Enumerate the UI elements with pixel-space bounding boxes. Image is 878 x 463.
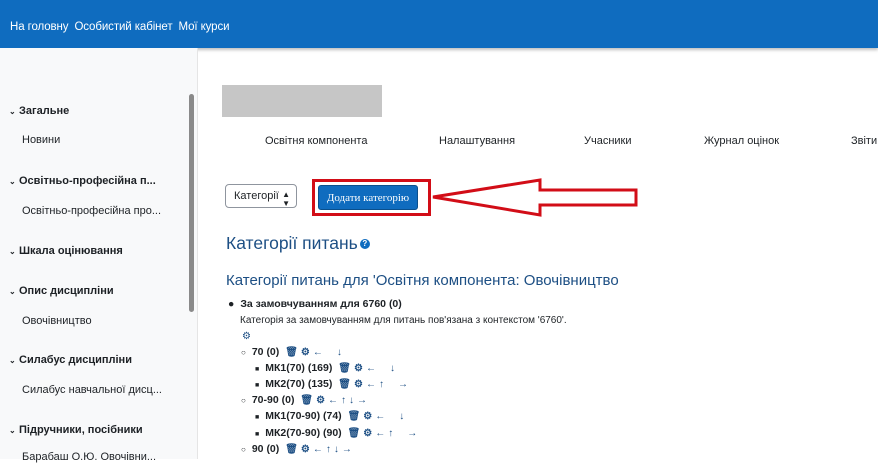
drawer-item-textbook[interactable]: Барабаш О.Ю. Овочівни... (22, 451, 156, 463)
delete-icon[interactable]: 🗑 (285, 347, 298, 358)
drawer-item-news[interactable]: Новини (22, 134, 60, 146)
delete-icon[interactable]: 🗑 (338, 379, 351, 390)
chevron-down-icon: ⌄ (9, 287, 16, 296)
arrow-up-icon[interactable]: ↑ (379, 379, 384, 390)
nav-dashboard-link[interactable]: Особистий кабінет (74, 21, 172, 33)
gear-icon[interactable]: ⚙ (363, 428, 372, 439)
chevron-down-icon: ⌄ (9, 356, 16, 365)
drawer-item-vegetable-growing[interactable]: Овочівництво (22, 315, 92, 327)
category-row: ○ 70-90 (0) 🗑 ⚙ ← ↑ ↓ → (241, 394, 367, 406)
drawer-item-syllabus[interactable]: Силабус навчальної дисц... (22, 384, 162, 396)
category-row: ■ МК1(70) (169) 🗑 ⚙ ← ↓ (255, 362, 395, 374)
arrow-left-icon[interactable]: ← (328, 395, 338, 406)
help-icon[interactable]: ? (359, 239, 370, 250)
delete-icon[interactable]: 🗑 (285, 444, 298, 455)
category-row: ■ МК2(70) (135) 🗑 ⚙ ← ↑ → (255, 378, 408, 390)
drawer-section-course-description[interactable]: ⌄ Опис дисципліни (9, 285, 114, 297)
nav-my-courses-link[interactable]: Мої курси (178, 21, 229, 33)
drawer-section-textbooks[interactable]: ⌄ Підручники, посібники (9, 424, 143, 436)
arrow-left-icon[interactable]: ← (313, 444, 323, 455)
bullet-icon: ■ (255, 366, 260, 373)
category-row: ○ 90 (0) 🗑 ⚙ ← ↑ ↓ → (241, 443, 352, 455)
tab-reports[interactable]: Звіти (851, 135, 877, 147)
category-link[interactable]: МК2(70) (135) (265, 378, 332, 390)
gear-icon[interactable]: ⚙ (242, 331, 251, 342)
annotation-arrow-icon (432, 178, 638, 217)
gear-icon[interactable]: ⚙ (316, 395, 325, 406)
drawer-section-general[interactable]: ⌄ Загальне (9, 105, 69, 117)
category-link[interactable]: МК2(70-90) (90) (265, 427, 341, 439)
drawer-section-syllabus[interactable]: ⌄ Силабус дисципліни (9, 354, 132, 366)
category-link[interactable]: МК1(70) (169) (265, 362, 332, 374)
arrow-up-icon[interactable]: ↑ (388, 428, 393, 439)
gear-icon[interactable]: ⚙ (354, 379, 363, 390)
tab-participants[interactable]: Учасники (584, 135, 632, 147)
delete-icon[interactable]: 🗑 (300, 395, 313, 406)
nav-home-link[interactable]: На головну (10, 21, 69, 33)
delete-icon[interactable]: 🗑 (348, 428, 361, 439)
bullet-icon: ■ (255, 414, 260, 421)
arrow-right-icon[interactable]: → (398, 379, 408, 390)
delete-icon[interactable]: 🗑 (338, 363, 351, 374)
gear-icon[interactable]: ⚙ (354, 363, 363, 374)
gear-icon[interactable]: ⚙ (301, 347, 310, 358)
arrow-left-icon[interactable]: ← (375, 411, 385, 422)
category-default: ● За замовчуванням для 6760 (0) (228, 298, 402, 310)
chevron-down-icon: ⌄ (9, 107, 16, 116)
delete-icon[interactable]: 🗑 (348, 411, 361, 422)
arrow-down-icon[interactable]: ↓ (349, 395, 354, 406)
arrow-left-icon[interactable]: ← (366, 379, 376, 390)
arrow-left-icon[interactable]: ← (375, 428, 385, 439)
gear-icon[interactable]: ⚙ (301, 444, 310, 455)
top-nav: На головну Особистий кабінет Мої курси (10, 21, 235, 33)
tab-settings[interactable]: Налаштування (439, 135, 515, 147)
category-link[interactable]: 70 (0) (252, 346, 279, 358)
top-navbar: На головну Особистий кабінет Мої курси (0, 0, 878, 48)
drawer-scrollbar[interactable] (189, 94, 194, 312)
page-title: Категорії питань? (226, 233, 370, 254)
bullet-icon: ■ (255, 431, 260, 438)
category-default-link[interactable]: За замовчуванням для 6760 (0) (240, 298, 401, 310)
category-row: ■ МК2(70-90) (90) 🗑 ⚙ ← ↑ → (255, 427, 417, 439)
question-bank-select[interactable]: Категорії ▲ ▼ (225, 184, 297, 208)
arrow-right-icon[interactable]: → (342, 444, 352, 455)
bullet-icon: ○ (241, 348, 246, 357)
arrow-down-icon[interactable]: ↓ (337, 347, 342, 358)
arrow-down-icon[interactable]: ↓ (334, 444, 339, 455)
arrow-left-icon[interactable]: ← (313, 347, 323, 358)
category-default-description: Категорія за замовчуванням для питань по… (240, 315, 567, 326)
course-header-image (222, 85, 382, 117)
arrow-up-icon[interactable]: ↑ (341, 395, 346, 406)
bullet-icon: ● (228, 298, 235, 310)
arrow-right-icon[interactable]: → (407, 428, 417, 439)
arrow-down-icon[interactable]: ↓ (399, 411, 404, 422)
chevron-down-icon: ⌄ (9, 426, 16, 435)
annotation-highlight-box (312, 179, 431, 216)
bullet-icon: ■ (255, 382, 260, 389)
arrow-left-icon[interactable]: ← (366, 363, 376, 374)
drawer-section-educational-program[interactable]: ⌄ Освітньо-професійна п... (9, 175, 156, 187)
category-link[interactable]: 70-90 (0) (252, 394, 295, 406)
tab-course[interactable]: Освітня компонента (265, 135, 367, 147)
bullet-icon: ○ (241, 445, 246, 454)
bullet-icon: ○ (241, 396, 246, 405)
category-row: ○ 70 (0) 🗑 ⚙ ← ↓ (241, 346, 342, 358)
category-link[interactable]: МК1(70-90) (74) (265, 410, 341, 422)
arrow-right-icon[interactable]: → (357, 395, 367, 406)
gear-icon[interactable]: ⚙ (363, 411, 372, 422)
drawer-section-grading-scale[interactable]: ⌄ Шкала оцінювання (9, 245, 123, 257)
category-link[interactable]: 90 (0) (252, 443, 279, 455)
select-caret-icon: ▲ ▼ (282, 190, 290, 208)
arrow-down-icon[interactable]: ↓ (390, 363, 395, 374)
arrow-up-icon[interactable]: ↑ (326, 444, 331, 455)
category-row: ■ МК1(70-90) (74) 🗑 ⚙ ← ↓ (255, 410, 404, 422)
chevron-down-icon: ⌄ (9, 177, 16, 186)
tab-gradebook[interactable]: Журнал оцінок (704, 135, 779, 147)
chevron-down-icon: ⌄ (9, 247, 16, 256)
context-heading: Категорії питань для 'Освітня компонента… (226, 272, 619, 289)
drawer-item-educational-program[interactable]: Освітньо-професійна про... (22, 205, 161, 217)
